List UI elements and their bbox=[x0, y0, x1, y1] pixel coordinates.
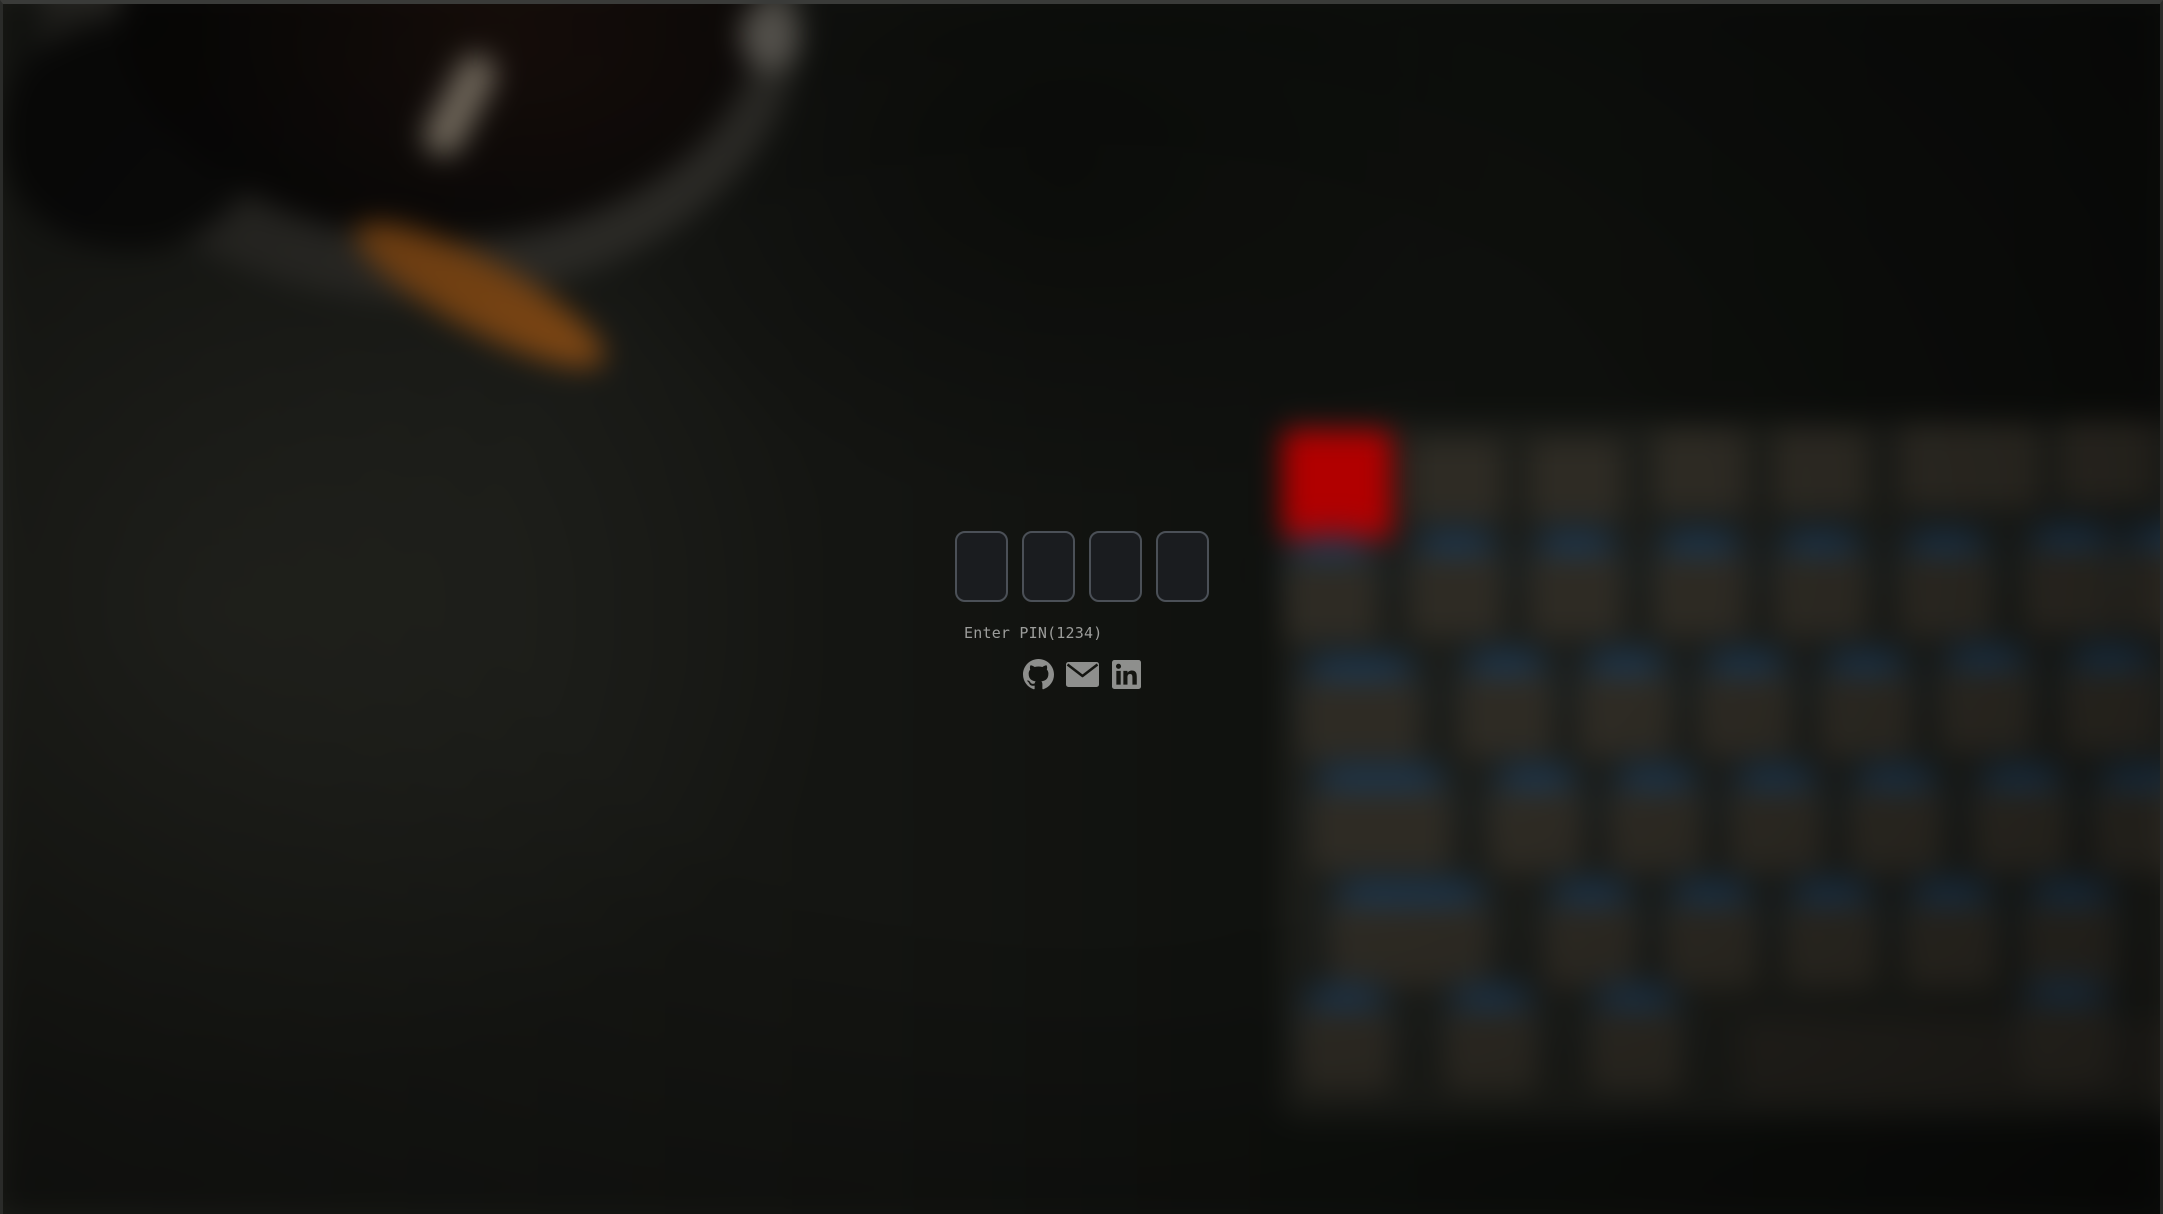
pin-digit-1-input[interactable] bbox=[955, 531, 1008, 602]
pin-digit-2-input[interactable] bbox=[1022, 531, 1075, 602]
linkedin-link[interactable] bbox=[1110, 658, 1143, 691]
pin-digit-3-input[interactable] bbox=[1089, 531, 1142, 602]
pin-hint-label: Enter PIN(1234) bbox=[964, 624, 1103, 642]
pin-boxes bbox=[955, 531, 1215, 602]
email-link[interactable] bbox=[1066, 658, 1099, 691]
social-links bbox=[1022, 658, 1143, 691]
pin-entry-panel: Enter PIN(1234) bbox=[955, 531, 1215, 642]
lock-screen: Enter PIN(1234) bbox=[0, 0, 2163, 1214]
linkedin-icon bbox=[1112, 660, 1141, 689]
mail-icon bbox=[1066, 662, 1099, 687]
github-link[interactable] bbox=[1022, 658, 1055, 691]
pin-digit-4-input[interactable] bbox=[1156, 531, 1209, 602]
github-icon bbox=[1023, 659, 1054, 690]
